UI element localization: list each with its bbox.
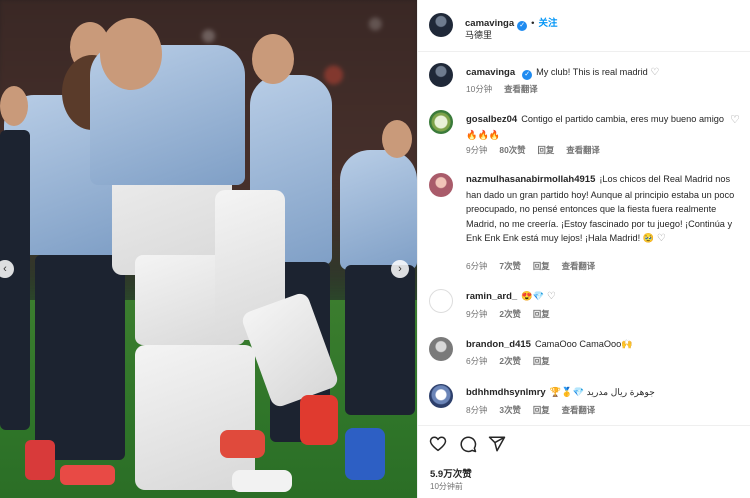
caption-text: My club! This is real madrid xyxy=(536,67,648,77)
comment-likes[interactable]: 7次赞 xyxy=(499,261,520,271)
player-head-modric xyxy=(100,18,162,90)
comment-item: bdhhmdhsynlmry 🏆🥇💎 جوهرة ريال مدريد 8分钟 3次… xyxy=(418,381,750,425)
comment-meta: 6分钟 7次赞 回复 查看翻译 xyxy=(466,260,607,272)
post-actions: 5.9万次赞 10分钟前 xyxy=(418,425,750,498)
chevron-right-icon[interactable]: › xyxy=(391,260,409,278)
heart-icon[interactable]: ♡ xyxy=(544,291,556,302)
comment-item: gosalbez04 Contigo el partido cambia, ere… xyxy=(418,105,750,161)
reply-button[interactable]: 回复 xyxy=(538,145,555,155)
caption-meta: 10分钟 查看翻译 xyxy=(466,83,550,95)
reply-button[interactable]: 回复 xyxy=(533,261,550,271)
post-header: camavinga ✓ • 关注 马德里 xyxy=(418,0,750,52)
comment-item: ramin_ard_ 😍💎 ♡ 9分钟 2次赞 回复 xyxy=(418,285,750,325)
comment-item: brandon_d415 CamaOoo CamaOoo🙌 6分钟 2次赞 回复 xyxy=(418,333,750,373)
comment-time: 6分钟 xyxy=(466,261,488,271)
post-photo: ‹ › xyxy=(0,0,417,498)
comment-text-block: ramin_ard_ 😍💎 ♡ xyxy=(466,289,743,305)
comment-text-block: nazmulhasanabirmollah4915 ¡Los chicos del… xyxy=(466,172,745,247)
comment-emoji: 🙌 xyxy=(621,339,633,349)
separator-dot: • xyxy=(531,18,535,29)
translate-link[interactable]: 查看翻译 xyxy=(566,145,600,155)
comment-item: nazmulhasanabirmollah4915 ¡Los chicos del… xyxy=(418,171,750,283)
comment-meta: 9分钟 2次赞 回复 xyxy=(466,308,562,320)
comment-emoji: 😍💎 xyxy=(521,291,545,301)
translate-link[interactable]: 查看翻译 xyxy=(562,261,596,271)
comment-emoji: 🔥🔥🔥 xyxy=(466,129,501,140)
comment-time: 9分钟 xyxy=(466,309,488,319)
heart-icon[interactable]: ♡ xyxy=(650,67,659,78)
boot-camavinga-2 xyxy=(232,470,292,492)
heart-icon[interactable]: ♡ xyxy=(654,233,666,244)
person-far-right-legs xyxy=(345,265,415,415)
heart-icon[interactable]: ♡ xyxy=(730,115,741,126)
comment-likes[interactable]: 80次赞 xyxy=(499,145,525,155)
person-far-left-head xyxy=(0,86,28,126)
comment-icon[interactable] xyxy=(459,435,477,453)
reply-button[interactable]: 回复 xyxy=(533,405,550,415)
comment-text-block: bdhhmdhsynlmry 🏆🥇💎 جوهرة ريال مدريد xyxy=(466,385,743,401)
avatar[interactable] xyxy=(429,173,453,197)
heart-icon[interactable] xyxy=(429,435,447,453)
caption-text-block: camavinga ✓ My club! This is real madrid ♡ xyxy=(466,65,743,81)
avatar[interactable] xyxy=(429,384,453,408)
reply-button[interactable]: 回复 xyxy=(533,309,550,319)
comment-username[interactable]: nazmulhasanabirmollah4915 xyxy=(466,174,595,185)
avatar[interactable] xyxy=(429,63,453,87)
caption-time: 10分钟 xyxy=(466,84,493,94)
comment-username[interactable]: ramin_ard_ xyxy=(466,291,517,302)
follow-button[interactable]: 关注 xyxy=(538,18,557,29)
comment-text-block: gosalbez04 Contigo el partido cambia, ere… xyxy=(466,112,729,142)
person-far-right xyxy=(340,150,417,270)
post-location[interactable]: 马德里 xyxy=(465,28,492,41)
comment-time: 6分钟 xyxy=(466,356,488,366)
boot-modric-left xyxy=(300,395,338,445)
avatar[interactable] xyxy=(429,13,453,37)
verified-badge-icon: ✓ xyxy=(517,21,528,31)
staff-legs-left xyxy=(35,255,125,460)
translate-link[interactable]: 查看翻译 xyxy=(504,84,538,94)
staff-head-right xyxy=(252,34,294,84)
post-side-panel: camavinga ✓ • 关注 马德里 camavinga ✓ My club! Thi… xyxy=(417,0,750,498)
staff-shoe-left-2 xyxy=(60,465,115,485)
comment-username[interactable]: brandon_d415 xyxy=(466,339,531,350)
translate-link[interactable]: 查看翻译 xyxy=(562,405,596,415)
likes-count[interactable]: 5.9万次赞 xyxy=(430,466,472,480)
boot-camavinga xyxy=(345,428,385,480)
avatar[interactable] xyxy=(429,289,453,313)
caption-item: camavinga ✓ My club! This is real madrid ♡… xyxy=(418,53,750,99)
person-far-right-head xyxy=(382,120,412,158)
player-legs-camavinga xyxy=(135,345,255,490)
comment-meta: 8分钟 3次赞 回复 查看翻译 xyxy=(466,404,607,416)
comment-emoji: 🏆🥇💎 xyxy=(549,387,585,397)
caption-username[interactable]: camavinga xyxy=(466,67,515,78)
avatar[interactable] xyxy=(429,110,453,134)
boot-modric-right xyxy=(220,430,265,458)
person-far-left-body xyxy=(0,130,30,430)
comment-likes[interactable]: 2次赞 xyxy=(499,309,520,319)
comment-text: جوهرة ريال مدريد xyxy=(586,387,655,397)
verified-badge-icon: ✓ xyxy=(522,70,533,80)
reply-button[interactable]: 回复 xyxy=(533,356,550,366)
comment-text-block: brandon_d415 CamaOoo CamaOoo🙌 xyxy=(466,337,743,353)
comment-time: 8分钟 xyxy=(466,405,488,415)
comment-likes[interactable]: 3次赞 xyxy=(499,405,520,415)
comment-username[interactable]: gosalbez04 xyxy=(466,114,517,125)
comment-text: CamaOoo CamaOoo xyxy=(534,339,622,349)
comment-username[interactable]: bdhhmdhsynlmry xyxy=(466,387,546,398)
staff-shoe-left xyxy=(25,440,55,480)
comments-list[interactable]: camavinga ✓ My club! This is real madrid ♡… xyxy=(418,53,750,425)
comment-text: Contigo el partido cambia, eres muy buen… xyxy=(521,114,724,124)
comment-meta: 6分钟 2次赞 回复 xyxy=(466,355,562,367)
comment-meta: 9分钟 80次赞 回复 查看翻译 xyxy=(466,144,612,156)
comment-time: 9分钟 xyxy=(466,145,488,155)
comment-emoji: 🥹 xyxy=(642,233,655,244)
share-icon[interactable] xyxy=(488,435,506,453)
post-timestamp: 10分钟前 xyxy=(430,482,463,491)
comment-likes[interactable]: 2次赞 xyxy=(499,356,520,366)
avatar[interactable] xyxy=(429,337,453,361)
